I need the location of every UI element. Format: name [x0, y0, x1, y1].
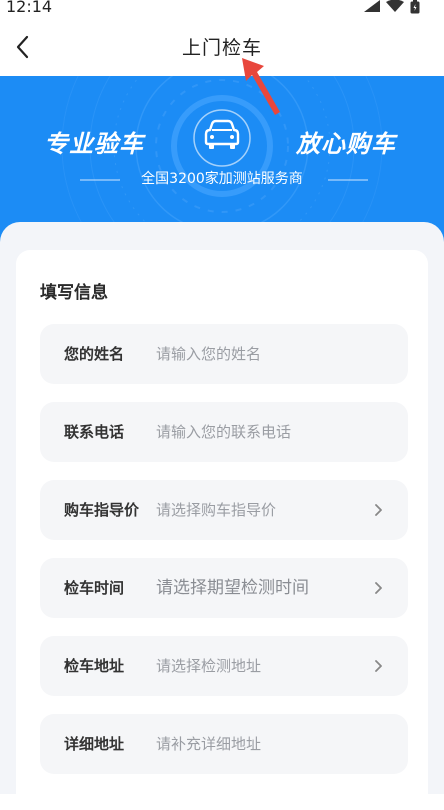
form-card: 填写信息 您的姓名 联系电话 购车指导价 请选择购车指导价 检车时间 请选择期望…: [16, 250, 428, 810]
guide-price-select[interactable]: 购车指导价 请选择购车指导价: [40, 480, 408, 540]
form-title: 填写信息: [40, 283, 108, 303]
field-label: 检车时间: [64, 579, 125, 597]
inspection-time-select[interactable]: 检车时间 请选择期望检测时间: [40, 558, 408, 618]
field-label: 检车地址: [64, 657, 125, 675]
banner-subtitle: 全国3200家加测站服务商: [141, 171, 303, 187]
name-input[interactable]: [156, 339, 366, 369]
form-section: 填写信息 您的姓名 联系电话 购车指导价 请选择购车指导价 检车时间 请选择期望…: [0, 222, 444, 810]
battery-icon: [410, 0, 420, 14]
field-label: 联系电话: [64, 423, 125, 441]
phone-input[interactable]: [156, 417, 366, 447]
status-icons: [364, 0, 420, 14]
page-title: 上门检车: [181, 37, 262, 59]
car-icon: [193, 109, 251, 167]
field-label: 您的姓名: [64, 345, 125, 363]
guide-price-placeholder: 请选择购车指导价: [156, 501, 277, 519]
inspection-address-placeholder: 请选择检测地址: [156, 657, 262, 675]
banner-slogan-left: 专业验车: [44, 130, 144, 158]
name-field[interactable]: 您的姓名: [40, 324, 408, 384]
phone-field[interactable]: 联系电话: [40, 402, 408, 462]
detail-address-input[interactable]: [156, 729, 366, 759]
chevron-right-icon: [375, 504, 382, 516]
inspection-address-select[interactable]: 检车地址 请选择检测地址: [40, 636, 408, 696]
status-bar: 12:14: [0, 0, 444, 18]
red-pointer-arrow-icon: [242, 58, 280, 115]
status-time: 12:14: [6, 0, 53, 16]
chevron-right-icon: [375, 582, 382, 594]
field-label: 详细地址: [64, 735, 125, 753]
promo-banner: 专业验车 放心购车 全国3200家加测站服务商: [0, 76, 444, 246]
chevron-right-icon: [375, 660, 382, 672]
nav-bar: 上门检车: [0, 18, 444, 76]
wifi-icon: [386, 0, 404, 12]
inspection-time-placeholder: 请选择期望检测时间: [156, 578, 309, 598]
field-label: 购车指导价: [64, 501, 140, 519]
detail-address-field[interactable]: 详细地址: [40, 714, 408, 774]
banner-slogan-right: 放心购车: [296, 130, 396, 158]
signal-icon: [364, 0, 380, 12]
